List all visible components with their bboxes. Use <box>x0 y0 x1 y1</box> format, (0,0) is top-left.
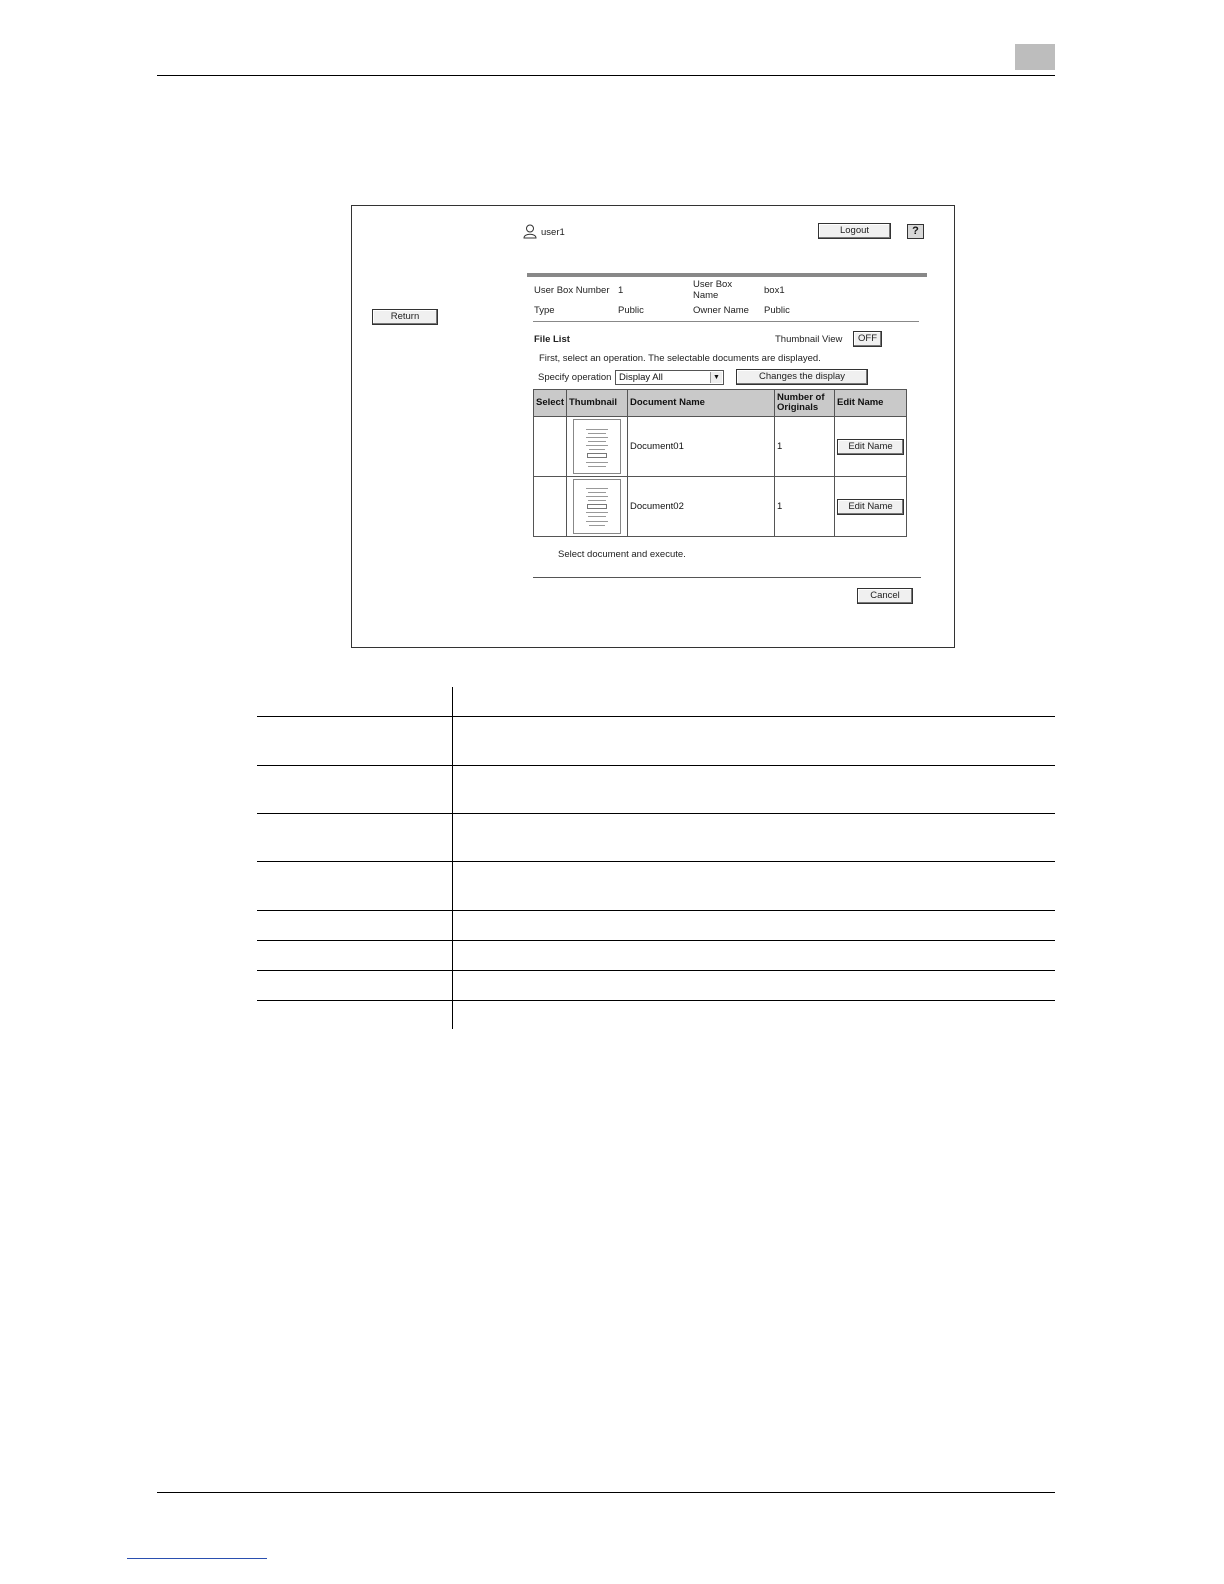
table-header-row: Select Thumbnail Document Name Number of… <box>533 389 907 417</box>
owner-label: Owner Name <box>693 305 749 316</box>
footer-rule <box>157 1492 1055 1493</box>
box-name-value: box1 <box>764 285 785 296</box>
chevron-down-icon: ▼ <box>710 372 722 383</box>
table-row: Document02 1 Edit Name <box>533 476 907 537</box>
box-number-value: 1 <box>618 285 624 296</box>
col-originals: Number of Originals <box>774 389 835 417</box>
edit-name-button[interactable]: Edit Name <box>837 498 904 515</box>
specify-operation-label: Specify operation <box>538 372 612 383</box>
page-number-tab <box>1015 44 1055 70</box>
originals-cell: 1 <box>774 476 835 537</box>
file-list-title: File List <box>534 334 570 345</box>
user-icon <box>523 224 537 239</box>
owner-value: Public <box>764 305 790 316</box>
edit-name-cell: Edit Name <box>834 476 907 537</box>
table-rule <box>257 716 1055 717</box>
document-thumbnail[interactable] <box>573 479 621 534</box>
help-button[interactable]: ? <box>907 224 924 239</box>
select-cell[interactable] <box>533 476 567 537</box>
originals-cell: 1 <box>774 416 835 477</box>
table-rule <box>257 765 1055 766</box>
logout-button[interactable]: Logout <box>818 223 891 239</box>
box-name-label-1: User Box <box>693 279 733 290</box>
thumbnail-cell <box>566 416 628 477</box>
footer-note: Select document and execute. <box>558 549 686 560</box>
screenshot-frame: user1 Logout ? Return User Box Number 1 … <box>351 205 955 648</box>
col-thumbnail: Thumbnail <box>566 389 628 417</box>
document-name-cell: Document02 <box>627 476 775 537</box>
type-label: Type <box>534 305 555 316</box>
description-table-divider <box>452 687 453 1029</box>
document-thumbnail[interactable] <box>573 419 621 474</box>
box-info-divider <box>533 321 919 322</box>
box-name-label-2: Name <box>693 290 719 301</box>
document-name-cell: Document01 <box>627 416 775 477</box>
select-cell[interactable] <box>533 416 567 477</box>
col-select: Select <box>533 389 567 417</box>
col-originals-line2: Originals <box>777 402 819 413</box>
table-rule <box>257 813 1055 814</box>
thumbnail-view-toggle[interactable]: OFF <box>853 331 882 347</box>
table-row: Document01 1 Edit Name <box>533 416 907 477</box>
footer-link-underline <box>127 1558 267 1559</box>
table-rule <box>257 1000 1055 1001</box>
thumbnail-cell <box>566 476 628 537</box>
header-rule <box>157 75 1055 76</box>
table-rule <box>257 861 1055 862</box>
description-table <box>257 687 1055 1029</box>
cancel-button[interactable]: Cancel <box>857 588 913 604</box>
file-table: Select Thumbnail Document Name Number of… <box>533 389 907 537</box>
footer-divider <box>533 577 921 578</box>
section-top-bar <box>527 273 927 277</box>
changes-display-button[interactable]: Changes the display <box>736 369 868 385</box>
type-value: Public <box>618 305 644 316</box>
specify-operation-select[interactable]: Display All ▼ <box>615 370 724 385</box>
table-rule <box>257 910 1055 911</box>
operation-instruction: First, select an operation. The selectab… <box>539 353 821 364</box>
edit-name-button[interactable]: Edit Name <box>837 438 904 455</box>
return-button[interactable]: Return <box>372 309 438 325</box>
table-rule <box>257 940 1055 941</box>
specify-operation-value: Display All <box>619 372 663 383</box>
user-name: user1 <box>541 227 565 238</box>
col-edit-name: Edit Name <box>834 389 907 417</box>
col-document-name: Document Name <box>627 389 775 417</box>
table-rule <box>257 970 1055 971</box>
thumbnail-view-label: Thumbnail View <box>775 334 843 345</box>
box-number-label: User Box Number <box>534 285 610 296</box>
edit-name-cell: Edit Name <box>834 416 907 477</box>
